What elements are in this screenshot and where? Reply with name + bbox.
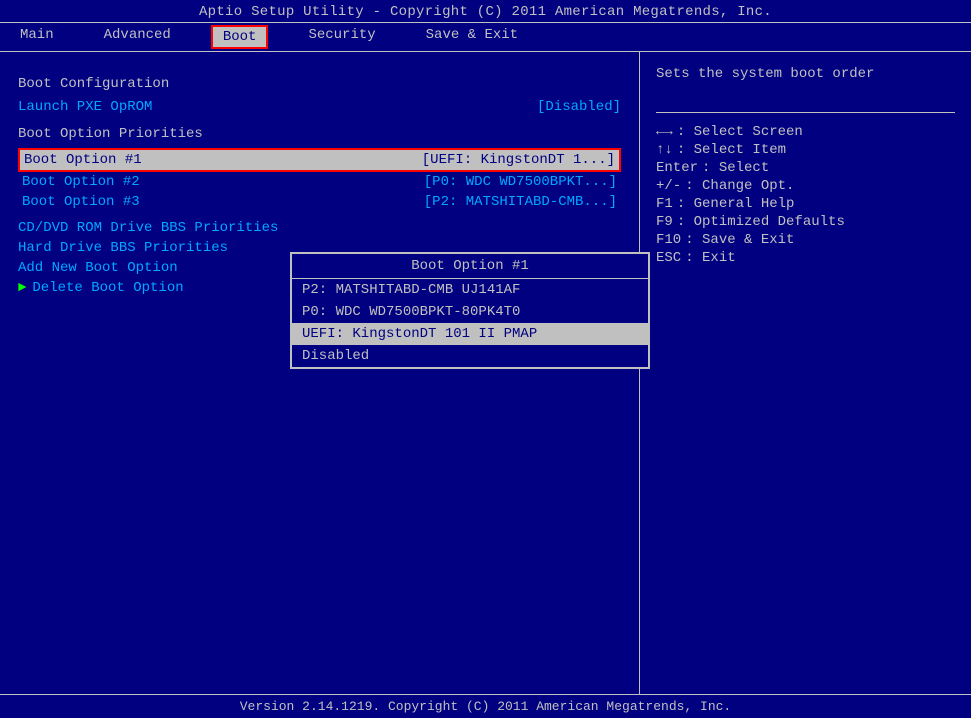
menu-bar: Main Advanced Boot Security Save & Exit — [0, 22, 971, 52]
key-enter: Enter : Select — [656, 159, 955, 177]
dropdown-item-3[interactable]: Disabled — [292, 345, 648, 367]
boot-option-3-value: [P2: MATSHITABD-CMB...] — [424, 194, 617, 210]
key-select-screen: ←→ : Select Screen — [656, 123, 955, 141]
dropdown-item-2[interactable]: UEFI: KingstonDT 101 II PMAP — [292, 323, 648, 345]
key-plus-minus: +/- — [656, 178, 681, 194]
cd-dvd-bbs-priorities[interactable]: CD/DVD ROM Drive BBS Priorities — [18, 218, 621, 238]
key-f10-label: F10 — [656, 232, 681, 248]
launch-pxe-value: [Disabled] — [537, 99, 621, 115]
key-f1-label: F1 — [656, 196, 673, 212]
key-esc: ESC : Exit — [656, 249, 955, 267]
dropdown-item-0[interactable]: P2: MATSHITABD-CMB UJ141AF — [292, 279, 648, 301]
left-panel: Boot Configuration Launch PXE OpROM [Dis… — [0, 52, 640, 694]
title-bar: Aptio Setup Utility - Copyright (C) 2011… — [0, 0, 971, 22]
right-panel: Sets the system boot order ←→ : Select S… — [640, 52, 971, 694]
add-new-boot-label: Add New Boot Option — [18, 260, 178, 276]
delete-boot-label: Delete Boot Option — [32, 280, 183, 296]
key-f10: F10 : Save & Exit — [656, 231, 955, 249]
desc-f1: : General Help — [677, 196, 795, 212]
desc-f9: : Optimized Defaults — [677, 214, 845, 230]
menu-main[interactable]: Main — [10, 25, 64, 49]
key-lr-arrow: ←→ — [656, 124, 673, 140]
boot-option-2-label: Boot Option #2 — [22, 174, 140, 190]
menu-security[interactable]: Security — [298, 25, 385, 49]
desc-select-item: : Select Item — [677, 142, 786, 158]
dropdown-title: Boot Option #1 — [292, 254, 648, 279]
boot-option-1-value: [UEFI: KingstonDT 1...] — [422, 152, 615, 168]
boot-option-3-row[interactable]: Boot Option #3 [P2: MATSHITABD-CMB...] — [18, 192, 621, 212]
boot-option-3-label: Boot Option #3 — [22, 194, 140, 210]
boot-option-1-label: Boot Option #1 — [24, 152, 142, 168]
key-f1: F1 : General Help — [656, 195, 955, 213]
main-content: Boot Configuration Launch PXE OpROM [Dis… — [0, 52, 971, 694]
arrow-icon: ► — [18, 280, 26, 296]
hard-drive-label: Hard Drive BBS Priorities — [18, 240, 228, 256]
desc-enter: : Select — [702, 160, 769, 176]
cd-dvd-label: CD/DVD ROM Drive BBS Priorities — [18, 220, 278, 236]
menu-boot[interactable]: Boot — [211, 25, 269, 49]
key-change-opt: +/- : Change Opt. — [656, 177, 955, 195]
footer-text: Version 2.14.1219. Copyright (C) 2011 Am… — [240, 699, 731, 714]
title-text: Aptio Setup Utility - Copyright (C) 2011… — [199, 4, 772, 20]
key-select-item: ↑↓ : Select Item — [656, 141, 955, 159]
section2-title: Boot Option Priorities — [18, 126, 621, 142]
launch-pxe-label: Launch PXE OpROM — [18, 99, 152, 115]
desc-f10: : Save & Exit — [685, 232, 794, 248]
boot-option-2-value: [P0: WDC WD7500BPKT...] — [424, 174, 617, 190]
key-enter-label: Enter — [656, 160, 698, 176]
launch-pxe-row[interactable]: Launch PXE OpROM [Disabled] — [18, 98, 621, 116]
menu-advanced[interactable]: Advanced — [94, 25, 181, 49]
desc-change-opt: : Change Opt. — [685, 178, 794, 194]
key-f9-label: F9 — [656, 214, 673, 230]
menu-save-exit[interactable]: Save & Exit — [416, 25, 528, 49]
boot-option-1-row[interactable]: Boot Option #1 [UEFI: KingstonDT 1...] — [18, 148, 621, 172]
boot-option-2-row[interactable]: Boot Option #2 [P0: WDC WD7500BPKT...] — [18, 172, 621, 192]
desc-select-screen: : Select Screen — [677, 124, 803, 140]
footer: Version 2.14.1219. Copyright (C) 2011 Am… — [0, 694, 971, 718]
dropdown-popup[interactable]: Boot Option #1 P2: MATSHITABD-CMB UJ141A… — [290, 252, 650, 369]
key-ud-arrow: ↑↓ — [656, 142, 673, 158]
desc-esc: : Exit — [685, 250, 735, 266]
help-text: Sets the system boot order — [656, 66, 955, 82]
key-f9: F9 : Optimized Defaults — [656, 213, 955, 231]
divider — [656, 112, 955, 113]
section1-title: Boot Configuration — [18, 76, 621, 92]
key-esc-label: ESC — [656, 250, 681, 266]
dropdown-item-1[interactable]: P0: WDC WD7500BPKT-80PK4T0 — [292, 301, 648, 323]
